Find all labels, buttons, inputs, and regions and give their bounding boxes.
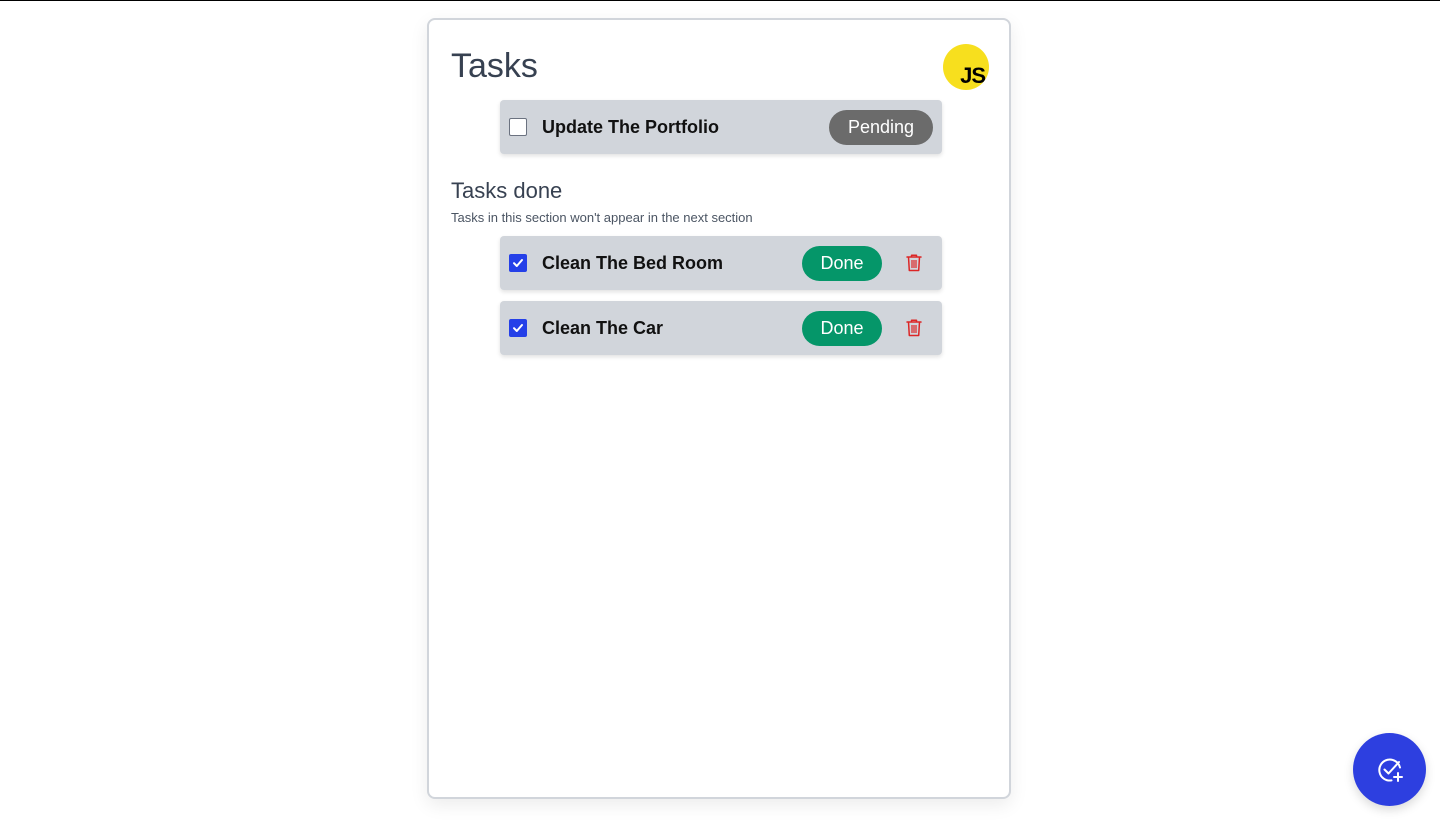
task-item-done: Clean The Car Done [500,301,942,355]
js-logo-text: JS [960,63,986,88]
status-badge: Done [802,311,882,346]
tasks-card: Tasks JS Update The Portfolio Pending Ta… [427,18,1011,799]
checkmark-icon [513,259,523,267]
trash-icon[interactable] [904,253,924,273]
section-title-done: Tasks done [451,178,563,203]
js-logo: JS [943,44,989,90]
status-badge: Done [802,246,882,281]
page-title: Tasks [451,47,538,85]
task-item-done: Clean The Bed Room Done [500,236,942,290]
task-checkbox[interactable] [509,118,527,136]
add-task-button[interactable] [1353,733,1426,806]
task-label: Clean The Bed Room [542,253,724,273]
status-badge: Pending [829,110,933,145]
task-label: Clean The Car [542,318,664,338]
top-border [0,0,1440,1]
check-plus-icon [1378,758,1403,782]
task-checkbox[interactable] [509,254,527,272]
task-label: Update The Portfolio [542,117,719,137]
checkmark-icon [513,324,523,332]
task-item-pending: Update The Portfolio Pending [500,100,942,154]
section-subtitle: Tasks in this section won't appear in th… [451,210,753,225]
task-checkbox[interactable] [509,319,527,337]
trash-icon[interactable] [904,318,924,338]
